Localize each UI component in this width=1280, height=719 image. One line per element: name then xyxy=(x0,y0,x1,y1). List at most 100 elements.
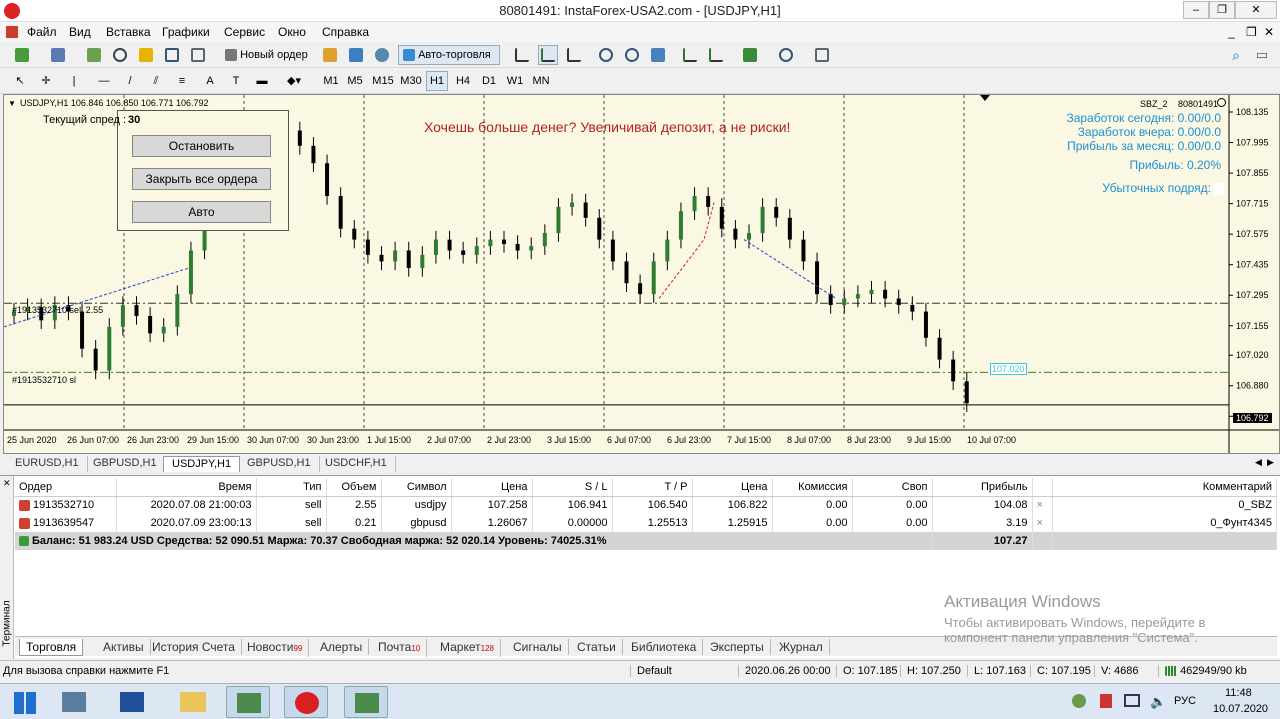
col-commission[interactable]: Комиссия xyxy=(772,478,853,497)
tray-flag-icon[interactable] xyxy=(1100,694,1112,708)
chart-shift-button[interactable] xyxy=(680,45,700,65)
tray-monitor-icon[interactable] xyxy=(1124,694,1140,707)
powershell-app[interactable] xyxy=(110,686,154,718)
tf-w1[interactable]: W1 xyxy=(504,71,526,91)
tab-articles[interactable]: Статьи xyxy=(571,639,623,655)
tf-m15[interactable]: M15 xyxy=(370,71,396,91)
tf-m5[interactable]: M5 xyxy=(344,71,366,91)
close-order-icon[interactable]: × xyxy=(1032,514,1053,532)
periods-button[interactable] xyxy=(772,45,800,65)
tab-experts[interactable]: Эксперты xyxy=(704,639,771,655)
child-restore-button[interactable]: ❐ xyxy=(1246,25,1257,39)
col-profit[interactable]: Прибыль xyxy=(932,478,1033,497)
tab-journal[interactable]: Журнал xyxy=(773,639,830,655)
tab-mail[interactable]: Почта10 xyxy=(372,639,428,657)
tray-network-icon[interactable] xyxy=(1072,694,1086,708)
tab-usdchf[interactable]: USDCHF,H1 xyxy=(317,456,396,472)
candlestick-button[interactable] xyxy=(538,45,558,65)
menu-insert[interactable]: Вставка xyxy=(106,25,151,39)
col-swap[interactable]: Своп xyxy=(852,478,933,497)
tab-news[interactable]: Новости99 xyxy=(241,639,310,657)
navigator-button[interactable] xyxy=(110,45,130,65)
autotrading-button[interactable]: Авто-торговля xyxy=(398,45,500,65)
horizontal-line-tool[interactable]: — xyxy=(94,71,114,91)
remote-desktop-app-2[interactable] xyxy=(344,686,388,718)
tf-m1[interactable]: M1 xyxy=(320,71,342,91)
rectangle-tool[interactable]: ▬ xyxy=(252,71,272,91)
signals-button[interactable] xyxy=(346,45,366,65)
tab-trade[interactable]: Торговля xyxy=(19,639,84,656)
menu-tools[interactable]: Сервис xyxy=(224,25,265,39)
favorites-button[interactable] xyxy=(136,45,156,65)
text-tool[interactable]: A xyxy=(200,71,220,91)
tf-mn[interactable]: MN xyxy=(530,71,552,91)
col-volume[interactable]: Объем xyxy=(326,478,382,497)
chart-collapse-icon[interactable]: ▼ xyxy=(8,99,16,108)
close-all-orders-button[interactable]: Закрыть все ордера xyxy=(132,168,271,190)
menu-window[interactable]: Окно xyxy=(278,25,306,39)
line-chart-button[interactable] xyxy=(564,45,584,65)
tab-usdjpy[interactable]: USDJPY,H1 xyxy=(163,456,241,472)
tray-language[interactable]: РУС xyxy=(1174,695,1196,707)
new-chart-button[interactable] xyxy=(8,45,36,65)
menu-view[interactable]: Вид xyxy=(69,25,91,39)
tester-button[interactable] xyxy=(188,45,208,65)
vertical-line-tool[interactable]: | xyxy=(66,71,82,91)
text-label-tool[interactable]: T xyxy=(226,71,246,91)
crosshair-tool[interactable]: ✛ xyxy=(36,71,56,91)
tray-time[interactable]: 11:48 xyxy=(1225,687,1252,699)
server-manager-app[interactable] xyxy=(52,686,96,718)
start-button[interactable] xyxy=(4,686,48,718)
tf-h4[interactable]: H4 xyxy=(452,71,474,91)
col-sl[interactable]: S / L xyxy=(532,478,613,497)
fibo-tool[interactable]: ≡ xyxy=(172,71,192,91)
options-button[interactable] xyxy=(372,45,392,65)
col-order[interactable]: Ордер xyxy=(15,478,117,497)
metatrader-app[interactable] xyxy=(284,686,328,718)
trendline-tool[interactable]: / xyxy=(120,71,140,91)
search-button[interactable]: ⌕ xyxy=(1226,45,1246,65)
col-current-price[interactable]: Цена xyxy=(692,478,773,497)
bar-chart-button[interactable] xyxy=(512,45,532,65)
channel-tool[interactable]: ⫽ xyxy=(146,71,166,91)
tabs-scroll-left[interactable]: ◀ xyxy=(1255,457,1262,468)
remote-desktop-app[interactable] xyxy=(226,686,270,718)
col-tp[interactable]: T / P xyxy=(612,478,693,497)
tab-alerts[interactable]: Алерты xyxy=(314,639,370,655)
minimize-button[interactable]: – xyxy=(1183,1,1209,19)
cursor-tool[interactable]: ↖ xyxy=(10,71,30,91)
templates-button[interactable] xyxy=(808,45,836,65)
menu-file[interactable]: Файл xyxy=(27,25,57,39)
stop-button[interactable]: Остановить xyxy=(132,135,271,157)
table-row[interactable]: 1913639547 2020.07.09 23:00:13 sell 0.21… xyxy=(15,514,1277,532)
tabs-scroll-right[interactable]: ▶ xyxy=(1267,457,1274,468)
child-minimize-button[interactable]: _ xyxy=(1228,25,1235,39)
tab-signals[interactable]: Сигналы xyxy=(507,639,569,655)
close-button[interactable]: ✕ xyxy=(1235,1,1277,19)
col-symbol[interactable]: Символ xyxy=(381,478,452,497)
explorer-app[interactable] xyxy=(170,686,214,718)
autoscroll-button[interactable] xyxy=(706,45,726,65)
col-type[interactable]: Тип xyxy=(256,478,327,497)
col-price[interactable]: Цена xyxy=(451,478,533,497)
tab-gbpusd[interactable]: GBPUSD,H1 xyxy=(85,456,166,472)
menu-help[interactable]: Справка xyxy=(322,25,369,39)
tf-m30[interactable]: M30 xyxy=(398,71,424,91)
tile-windows-button[interactable] xyxy=(648,45,668,65)
auto-button[interactable]: Авто xyxy=(132,201,271,223)
terminal-close-icon[interactable]: ✕ xyxy=(3,478,11,489)
tab-eurusd[interactable]: EURUSD,H1 xyxy=(7,456,88,472)
tab-assets[interactable]: Активы xyxy=(97,639,151,655)
zoom-out-button[interactable] xyxy=(622,45,642,65)
tab-market[interactable]: Маркет128 xyxy=(434,639,501,657)
market-watch-button[interactable] xyxy=(84,45,104,65)
col-comment[interactable]: Комментарий xyxy=(1052,478,1277,497)
menu-charts[interactable]: Графики xyxy=(162,25,210,39)
tab-history[interactable]: История Счета xyxy=(146,639,242,655)
terminal-toggle-button[interactable] xyxy=(162,45,182,65)
profiles-button[interactable] xyxy=(44,45,72,65)
table-row[interactable]: 1913532710 2020.07.08 21:00:03 sell 2.55… xyxy=(15,496,1277,514)
tab-library[interactable]: Библиотека xyxy=(625,639,704,655)
tray-volume-icon[interactable]: 🔈 xyxy=(1150,694,1166,710)
zoom-in-button[interactable] xyxy=(596,45,616,65)
